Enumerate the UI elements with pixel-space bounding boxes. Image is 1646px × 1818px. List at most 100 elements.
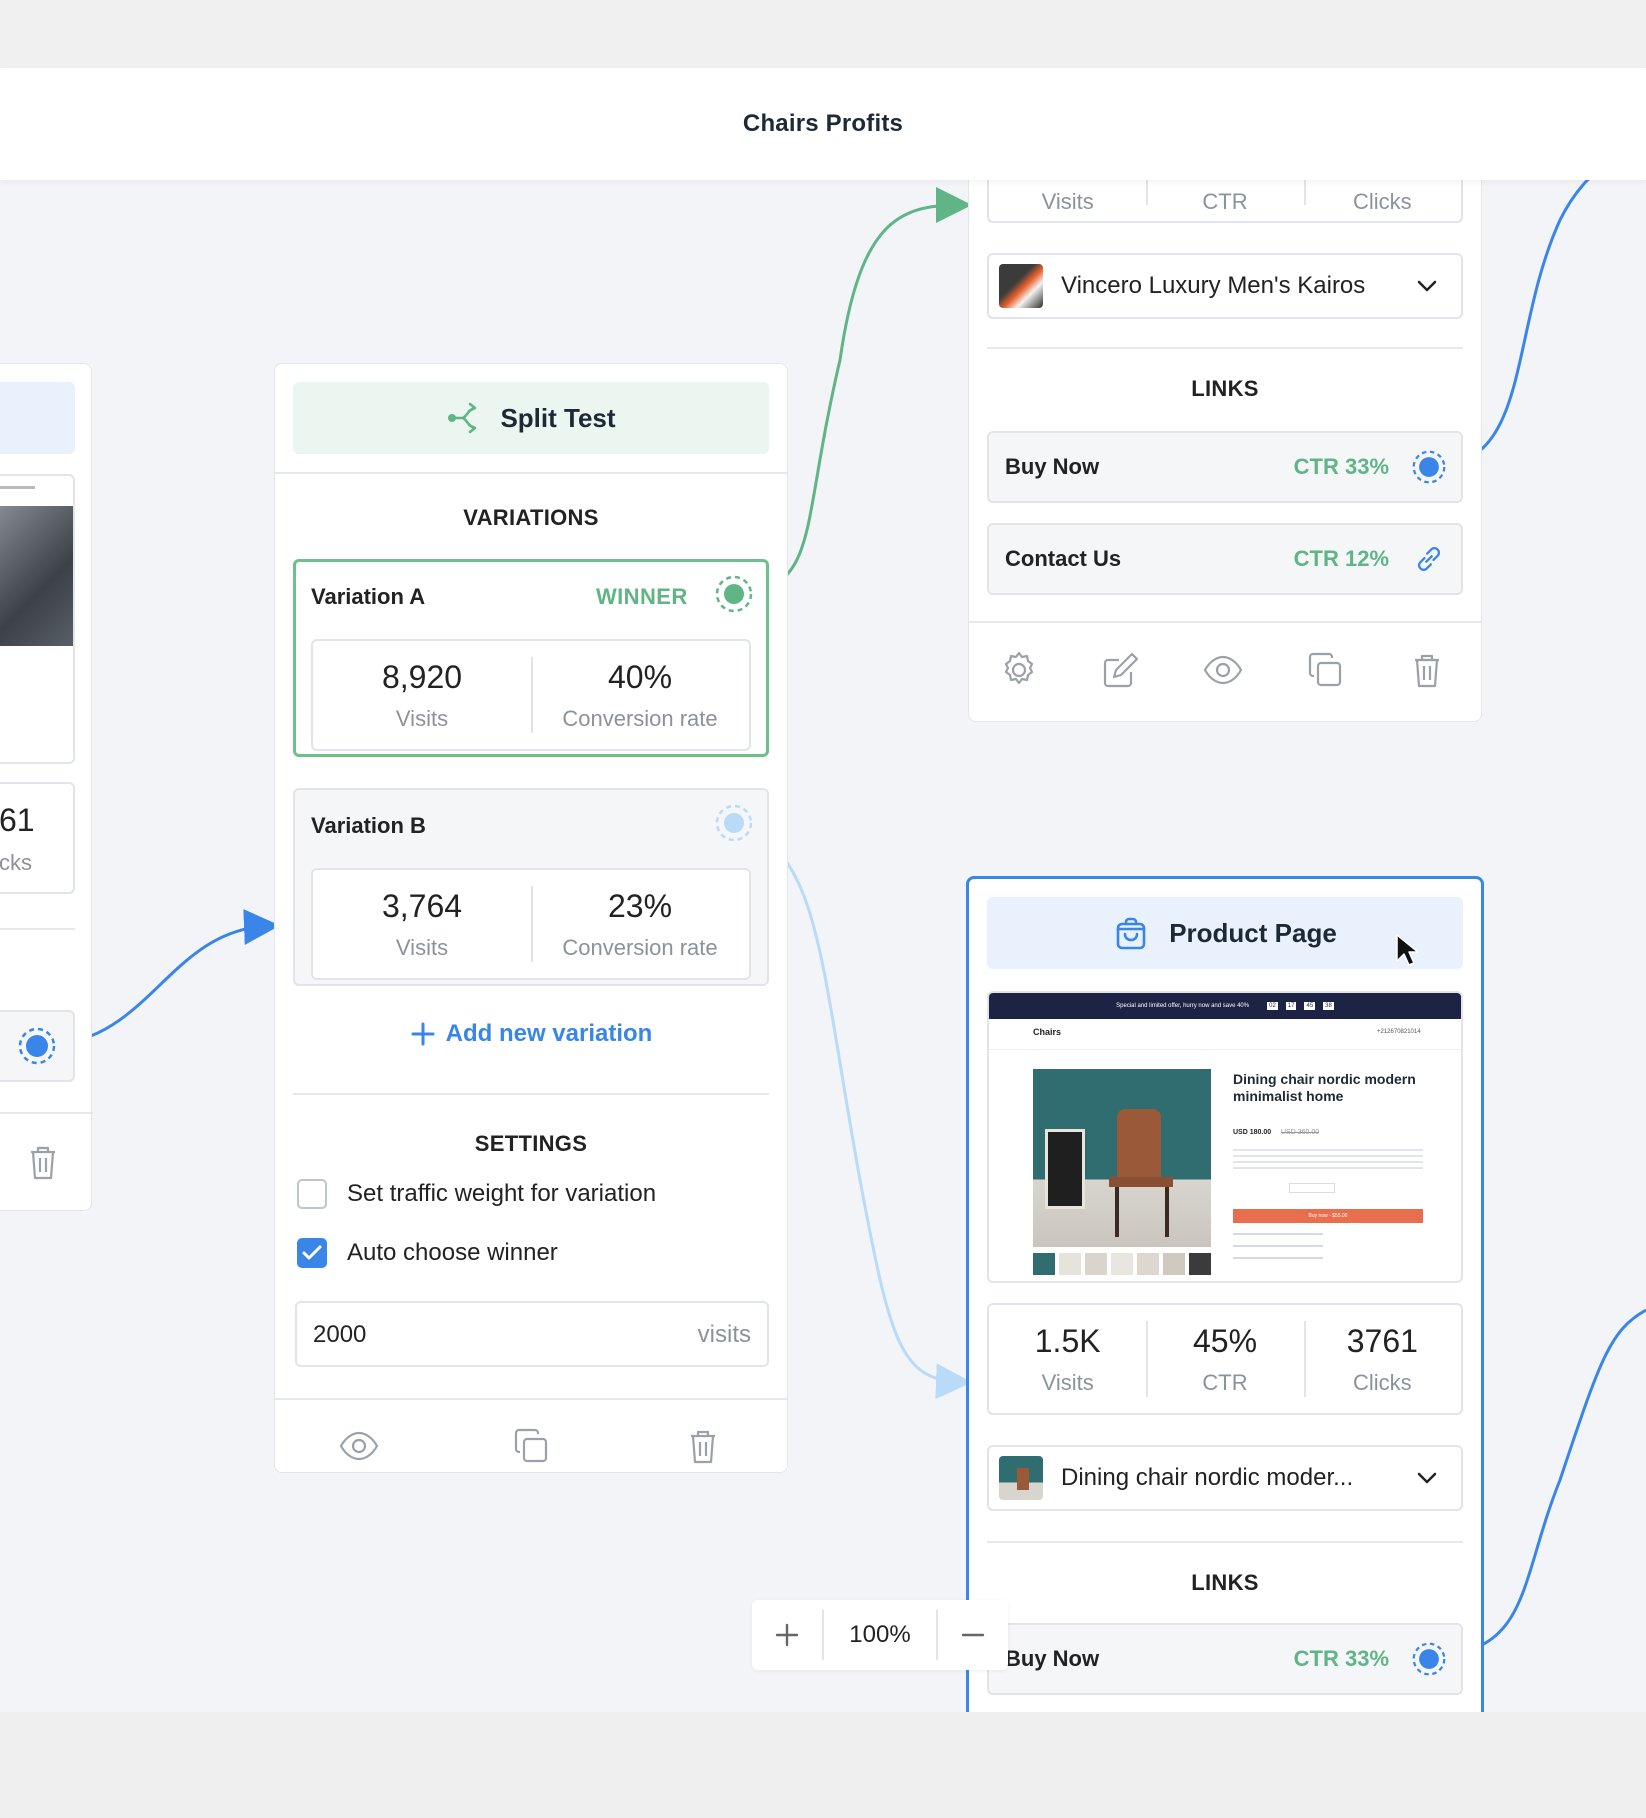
visits-input-suffix: visits	[697, 1321, 751, 1348]
conversion-stat: 40% Conversion rate	[531, 641, 749, 749]
zoom-level: 100%	[849, 1621, 911, 1648]
trash-icon[interactable]	[23, 1142, 63, 1182]
connector-handle-icon[interactable]	[1411, 1641, 1447, 1677]
connector-handle-icon[interactable]	[714, 803, 754, 843]
preview-phone: +212670821014	[1377, 1029, 1421, 1035]
bottom-strip	[0, 1712, 1646, 1818]
clicks-stat: Clicks	[1303, 180, 1461, 221]
conversion-stat: 23% Conversion rate	[531, 870, 749, 978]
links-title: LINKS	[1191, 376, 1259, 401]
left-card-header	[0, 382, 75, 454]
split-test-card[interactable]: Split Test VARIATIONS Variation A WINNER…	[274, 363, 788, 1473]
preview-quantity	[1289, 1183, 1335, 1193]
preview-price: USD 180.00	[1233, 1129, 1272, 1136]
preview-product-image	[1033, 1069, 1211, 1247]
connector-handle-icon[interactable]	[714, 574, 754, 614]
product-page-preview[interactable]: Special and limited offer, hurry now and…	[987, 991, 1463, 1283]
gear-icon[interactable]	[999, 650, 1039, 690]
traffic-weight-label: Set traffic weight for variation	[347, 1180, 657, 1207]
trash-icon[interactable]	[683, 1426, 723, 1466]
traffic-weight-checkbox[interactable]	[297, 1179, 327, 1209]
product-thumbnail	[999, 1456, 1043, 1500]
duplicate-icon[interactable]	[511, 1426, 551, 1466]
visits-input[interactable]: 2000 visits	[295, 1301, 769, 1367]
preview-product-title: Dining chair nordic modern minimalist ho…	[1233, 1071, 1416, 1104]
visits-stat: 1.5K Visits	[1034, 1322, 1101, 1395]
clicks-stat: 3761 Clicks	[1303, 1305, 1461, 1413]
link-row-contact-us[interactable]: Contact Us CTR 12%	[987, 523, 1463, 595]
eye-icon[interactable]	[1203, 650, 1243, 690]
product-select-value: Vincero Luxury Men's Kairos	[1061, 272, 1366, 299]
variation-b-box[interactable]: Variation B 3,764 Visits 23% Conversion …	[293, 788, 769, 986]
preview-divider	[989, 1049, 1461, 1050]
app-header: Chairs Profits	[0, 68, 1646, 180]
flow-canvas[interactable]: 61 cks Split Test VARIATIONS Variation A…	[0, 180, 1646, 1712]
auto-winner-label: Auto choose winner	[347, 1239, 558, 1266]
eye-icon[interactable]	[339, 1426, 379, 1466]
link-icon[interactable]	[1411, 541, 1447, 577]
page-title: Chairs Profits	[742, 110, 904, 137]
mouse-cursor-icon	[1396, 934, 1419, 966]
link-row-buy-now[interactable]: Buy Now CTR 33%	[987, 431, 1463, 503]
edit-icon[interactable]	[1101, 650, 1141, 690]
split-divider-2	[293, 1093, 769, 1095]
left-stat-label: cks	[0, 850, 32, 875]
product-divider-1	[987, 1541, 1463, 1543]
zoom-in-button[interactable]	[752, 1600, 822, 1670]
variation-b-stats: 3,764 Visits 23% Conversion rate	[311, 868, 751, 980]
split-divider-1	[275, 472, 787, 474]
link-row-buy-now[interactable]: Buy Now CTR 33%	[987, 1623, 1463, 1695]
product-select[interactable]: Dining chair nordic moder...	[987, 1445, 1463, 1511]
connector-handle-icon[interactable]	[1411, 449, 1447, 485]
checkmark-icon	[302, 1245, 322, 1260]
settings-title: SETTINGS	[474, 1131, 588, 1156]
auto-winner-checkbox[interactable]	[297, 1238, 327, 1268]
split-test-title: Split Test	[500, 402, 616, 433]
variations-title: VARIATIONS	[463, 505, 599, 530]
top-card-stats: Visits CTR Clicks	[987, 180, 1463, 223]
split-divider-3	[275, 1398, 787, 1400]
chevron-down-icon	[1417, 280, 1437, 292]
product-select[interactable]: Vincero Luxury Men's Kairos	[987, 253, 1463, 319]
minus-icon	[961, 1633, 985, 1637]
ctr-stat: 45% CTR	[1146, 1305, 1303, 1413]
zoom-control: 100%	[752, 1600, 1008, 1670]
plus-icon	[411, 1022, 435, 1046]
preview-old-price: USD 360.00	[1281, 1129, 1320, 1136]
left-page-card[interactable]: 61 cks	[0, 363, 93, 1211]
top-divider-2	[969, 621, 1481, 623]
left-card-preview	[0, 474, 75, 764]
split-test-header[interactable]: Split Test	[293, 382, 769, 454]
chevron-down-icon	[1417, 1472, 1437, 1484]
product-page-header[interactable]: Product Page	[987, 897, 1463, 969]
left-link-row[interactable]	[0, 1010, 75, 1082]
preview-description	[1233, 1149, 1423, 1169]
connector-handle-icon[interactable]	[17, 1026, 57, 1066]
duplicate-icon[interactable]	[1305, 650, 1345, 690]
top-page-card[interactable]: Visits CTR Clicks Vincero Luxury Men's K…	[968, 180, 1482, 722]
winner-badge: WINNER	[596, 584, 688, 609]
visits-stat: 3,764 Visits	[381, 887, 463, 960]
ctr-stat: CTR	[1146, 180, 1303, 221]
preview-buy-button: Buy now - $55.00	[1233, 1209, 1423, 1223]
zoom-out-button[interactable]	[938, 1600, 1008, 1670]
product-thumbnail	[999, 264, 1043, 308]
visits-stat: Visits	[1041, 189, 1094, 214]
left-divider	[0, 928, 75, 930]
preview-brand: Chairs	[1033, 1027, 1062, 1037]
visits-input-value: 2000	[313, 1321, 367, 1348]
product-page-card[interactable]: Product Page Special and limited offer, …	[966, 876, 1484, 1712]
plus-icon	[775, 1623, 799, 1647]
variation-a-box[interactable]: Variation A WINNER 8,920 Visits 40% Conv…	[293, 559, 769, 757]
top-strip	[0, 0, 1646, 68]
variation-a-name: Variation A	[311, 584, 426, 609]
split-icon	[448, 402, 477, 434]
left-stat-value: 61	[0, 802, 35, 838]
left-card-stats: 61 cks	[0, 782, 75, 894]
add-variation-button[interactable]: Add new variation	[275, 1012, 787, 1056]
top-divider-1	[987, 347, 1463, 349]
trash-icon[interactable]	[1407, 650, 1447, 690]
shopping-bag-icon	[1116, 917, 1146, 950]
visits-stat: 8,920 Visits	[381, 658, 463, 731]
preview-banner: Special and limited offer, hurry now and…	[989, 993, 1461, 1019]
